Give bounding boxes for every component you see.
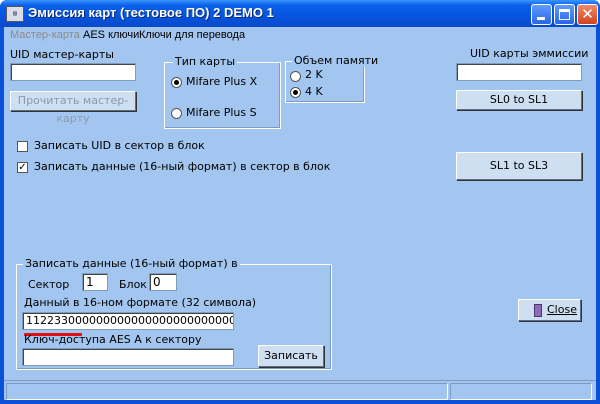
memory-2k-label: 2 K bbox=[305, 68, 323, 81]
door-exit-icon bbox=[534, 304, 542, 317]
menu-aes-keys[interactable]: AES ключи bbox=[83, 29, 139, 41]
write-data-label: Записать данные (16-ный формат) в сектор… bbox=[34, 160, 331, 173]
minimize-icon bbox=[537, 17, 545, 20]
radio-mifare-plus-s[interactable] bbox=[171, 108, 182, 119]
master-uid-label: UID мастер-карты bbox=[10, 48, 114, 61]
close-window-button[interactable]: ✕ bbox=[577, 4, 598, 25]
write-data-checkbox[interactable]: ✓ bbox=[17, 162, 28, 173]
mifare-plus-s-label: Mifare Plus S bbox=[186, 106, 257, 119]
block-field[interactable]: 0 bbox=[149, 273, 177, 291]
menu-transfer-keys[interactable]: Ключи для перевода bbox=[139, 29, 245, 41]
memory-4k-label: 4 K bbox=[305, 85, 323, 98]
app-window-icon: ▤ bbox=[6, 6, 24, 22]
menu-bar: Мастер-карта AES ключи Ключи для перевод… bbox=[4, 27, 596, 44]
emission-uid-field[interactable] bbox=[456, 63, 582, 81]
hex-data-label: Данный в 16-ном формате (32 символа) bbox=[24, 296, 257, 309]
sector-label: Сектор bbox=[28, 278, 70, 291]
radio-mifare-plus-x[interactable] bbox=[171, 77, 182, 88]
emission-uid-label: UID карты эммиссии bbox=[470, 47, 589, 60]
sl1-to-sl3-button[interactable]: SL1 to SL3 bbox=[456, 152, 582, 180]
radio-2k[interactable] bbox=[290, 71, 301, 82]
hex-data-field[interactable]: 11223300000000000000000000000000 bbox=[22, 312, 234, 330]
close-app-button[interactable]: Close bbox=[518, 299, 581, 321]
write-uid-label: Записать UID в сектор в блок bbox=[34, 139, 205, 152]
sector-field[interactable]: 1 bbox=[82, 273, 108, 291]
read-master-card-button[interactable]: Прочитать мастер-карту bbox=[10, 91, 136, 125]
aes-key-label: Ключ-доступа AES A к сектору bbox=[24, 333, 202, 346]
client-area: Мастер-карта AES ключи Ключи для перевод… bbox=[4, 27, 596, 400]
minimize-button[interactable] bbox=[531, 4, 552, 25]
status-pane-left bbox=[6, 383, 448, 400]
status-pane-right bbox=[450, 383, 592, 400]
sl0-to-sl1-button[interactable]: SL0 to SL1 bbox=[456, 90, 582, 110]
window-title: Эмиссия карт (тестовое ПО) 2 DEMO 1 bbox=[28, 5, 274, 20]
close-icon: ✕ bbox=[581, 5, 594, 23]
memory-size-title: Объем памяти bbox=[292, 54, 381, 67]
status-bar bbox=[4, 380, 596, 401]
write-data-group-title: Записать данные (16-ный формат) в bbox=[23, 257, 240, 270]
maximize-icon bbox=[559, 9, 570, 20]
card-type-title: Тип карты bbox=[173, 55, 238, 68]
write-uid-checkbox[interactable] bbox=[17, 141, 28, 152]
menu-master-card[interactable]: Мастер-карта bbox=[10, 29, 80, 41]
aes-key-field[interactable] bbox=[22, 348, 234, 366]
block-label: Блок bbox=[119, 278, 147, 291]
app-window: ▤ Эмиссия карт (тестовое ПО) 2 DEMO 1 ✕ … bbox=[0, 0, 600, 404]
radio-4k[interactable] bbox=[290, 87, 301, 98]
mifare-plus-x-label: Mifare Plus X bbox=[186, 75, 258, 88]
close-button-label: Close bbox=[547, 303, 577, 316]
title-bar[interactable]: ▤ Эмиссия карт (тестовое ПО) 2 DEMO 1 ✕ bbox=[0, 0, 600, 27]
write-button[interactable]: Записать bbox=[258, 345, 324, 367]
maximize-button[interactable] bbox=[554, 4, 575, 25]
master-uid-field[interactable] bbox=[10, 63, 136, 81]
